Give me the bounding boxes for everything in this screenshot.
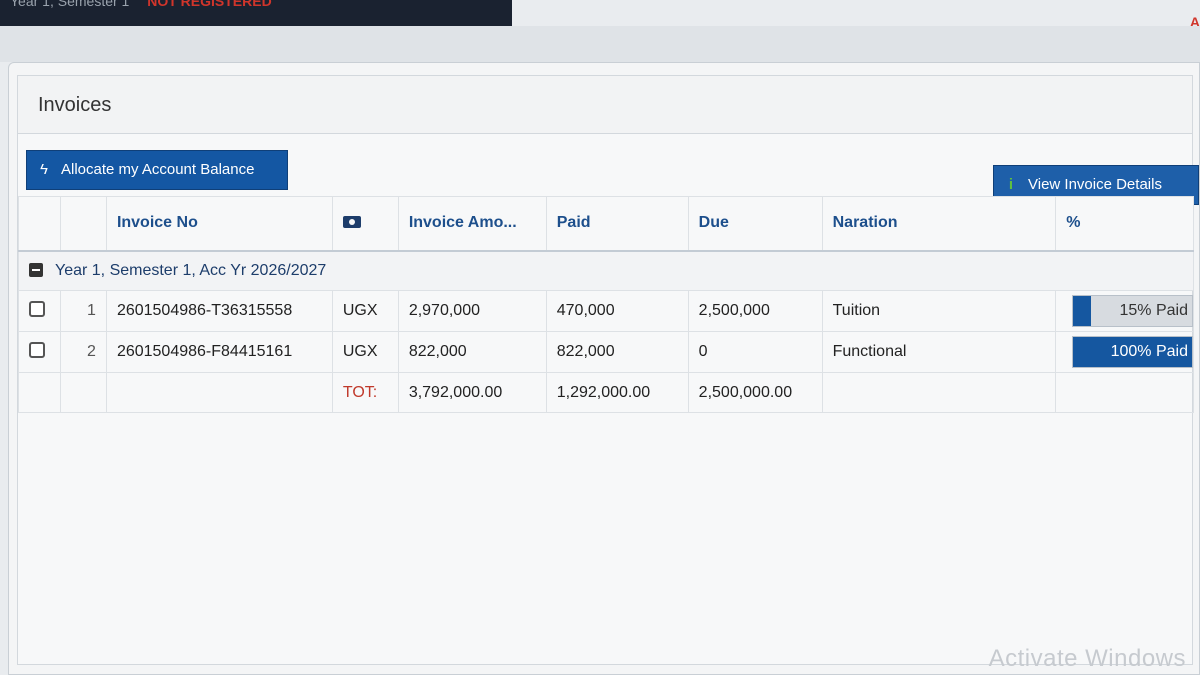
paid-progress-fill — [1073, 296, 1092, 326]
invoices-panel-body: Invoices ϟ Allocate my Account Balance iV… — [17, 75, 1199, 665]
paid-header[interactable]: Paid — [545, 196, 689, 252]
allocate-balance-button[interactable]: ϟ Allocate my Account Balance — [26, 150, 288, 190]
activate-windows-watermark: Activate Windows — [988, 645, 1186, 672]
currency-cell: UGX — [331, 331, 399, 373]
invoice-no-cell: 2601504986-T36315558 — [105, 290, 333, 332]
paid-progress-label: 100% Paid — [1110, 343, 1188, 360]
narration-header[interactable]: Naration — [821, 196, 1057, 252]
invoice-amount-header[interactable]: Invoice Amo... — [397, 196, 547, 252]
group-label: Year 1, Semester 1, Acc Yr 2026/2027 — [55, 262, 327, 280]
index-column-header — [59, 196, 107, 252]
row-checkbox-cell[interactable] — [18, 331, 61, 373]
percent-cell: 15% Paid — [1055, 290, 1194, 332]
totals-empty-cell — [59, 372, 107, 413]
row-index: 1 — [59, 290, 107, 332]
group-row[interactable]: Year 1, Semester 1, Acc Yr 2026/2027 — [18, 250, 1194, 291]
amount-cell: 822,000 — [397, 331, 547, 373]
table-row[interactable]: 1 2601504986-T36315558 UGX 2,970,000 470… — [18, 290, 1194, 332]
paid-cell: 822,000 — [545, 331, 689, 373]
totals-empty-cell — [1055, 372, 1194, 413]
money-icon — [342, 216, 361, 229]
due-header[interactable]: Due — [687, 196, 823, 252]
collapse-icon[interactable] — [29, 263, 43, 278]
view-invoice-details-label: View Invoice Details — [1028, 176, 1162, 193]
row-checkbox[interactable] — [29, 341, 45, 358]
top-status-bar: Year 1, Semester 1 NOT REGISTERED — [0, 0, 512, 26]
currency-column-header[interactable] — [331, 196, 399, 252]
due-cell: 0 — [687, 331, 823, 373]
totals-row: TOT: 3,792,000.00 1,292,000.00 2,500,000… — [18, 372, 1194, 413]
panel-title: Invoices — [18, 76, 1192, 134]
totals-empty-cell — [105, 372, 333, 413]
group-cell[interactable]: Year 1, Semester 1, Acc Yr 2026/2027 — [18, 250, 1194, 291]
total-amount: 3,792,000.00 — [397, 372, 547, 413]
amount-cell: 2,970,000 — [397, 290, 547, 332]
row-checkbox-cell[interactable] — [18, 290, 61, 332]
allocate-balance-label: Allocate my Account Balance — [61, 161, 255, 178]
invoices-panel: Invoices ϟ Allocate my Account Balance iV… — [8, 62, 1200, 675]
row-checkbox[interactable] — [29, 300, 45, 317]
invoice-no-header[interactable]: Invoice No — [105, 196, 333, 252]
registration-status: NOT REGISTERED — [147, 0, 272, 9]
narration-cell: Tuition — [821, 290, 1057, 332]
totals-empty-cell — [18, 372, 61, 413]
total-due: 2,500,000.00 — [687, 372, 823, 413]
percent-cell: 100% Paid — [1055, 331, 1194, 373]
paid-progress-bar: 15% Paid — [1072, 295, 1193, 327]
invoice-no-cell: 2601504986-F84415161 — [105, 331, 333, 373]
invoices-table: Invoice No Invoice Amo... Paid Due Narat… — [18, 196, 1194, 413]
totals-label: TOT: — [331, 372, 399, 413]
select-column-header — [18, 196, 61, 252]
header-band — [0, 26, 1200, 62]
semester-text: Year 1, Semester 1 — [10, 0, 130, 9]
row-index: 2 — [59, 331, 107, 373]
total-paid: 1,292,000.00 — [545, 372, 689, 413]
table-header-row: Invoice No Invoice Amo... Paid Due Narat… — [18, 196, 1194, 252]
paid-cell: 470,000 — [545, 290, 689, 332]
percent-header[interactable]: % — [1055, 196, 1194, 252]
lightning-icon: ϟ — [40, 161, 48, 178]
paid-progress-bar: 100% Paid — [1072, 336, 1193, 368]
due-cell: 2,500,000 — [687, 290, 823, 332]
narration-cell: Functional — [821, 331, 1057, 373]
paid-progress-label: 15% Paid — [1119, 302, 1189, 319]
currency-cell: UGX — [331, 290, 399, 332]
table-row[interactable]: 2 2601504986-F84415161 UGX 822,000 822,0… — [18, 331, 1194, 373]
totals-empty-cell — [821, 372, 1057, 413]
